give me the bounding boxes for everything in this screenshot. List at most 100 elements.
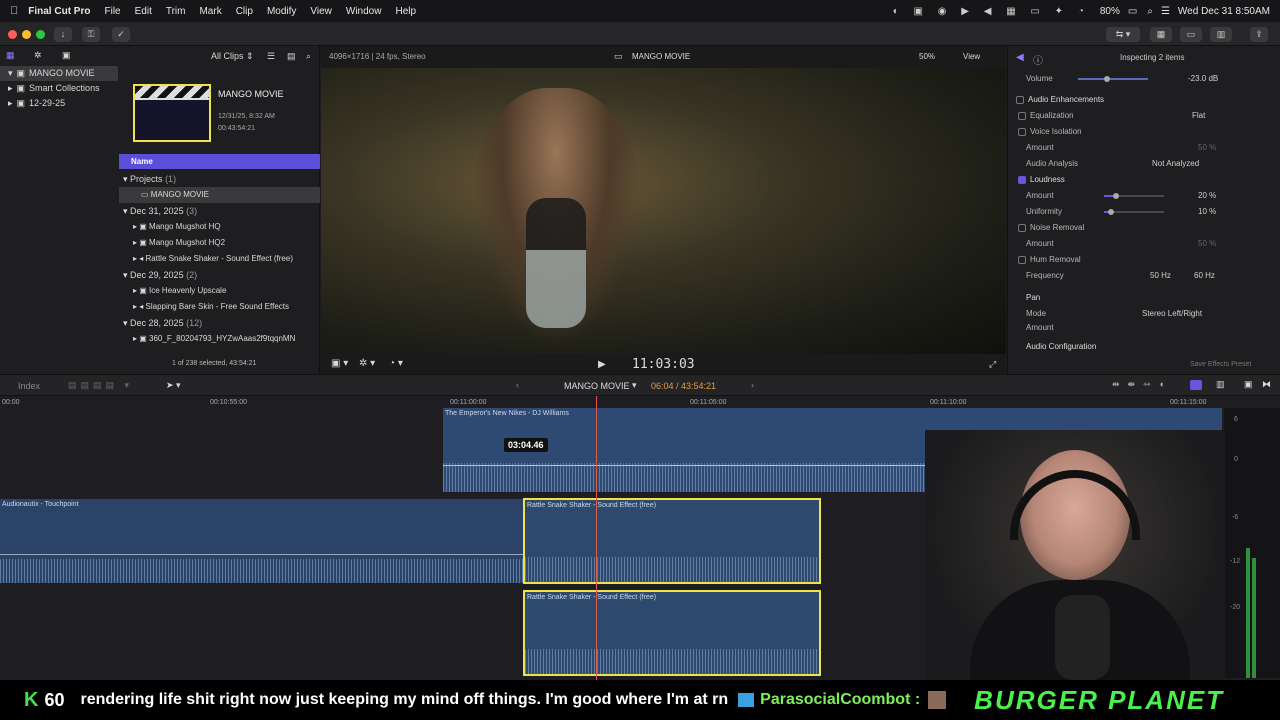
libraries-icon[interactable]: ▦ (6, 50, 15, 61)
viewer-timecode[interactable]: 11:03:03 (632, 357, 695, 372)
close-window-button[interactable] (8, 30, 17, 39)
back-arrow-icon[interactable]: ‹ (516, 380, 519, 390)
list-item[interactable]: ▸ ▣ Mango Mugshot HQ (119, 219, 320, 235)
menu-edit[interactable]: Edit (135, 6, 152, 17)
share-button[interactable]: ⇪ (1250, 27, 1268, 42)
smart-collections-item[interactable]: ▸ ▣ Smart Collections (0, 81, 118, 96)
equalization-checkbox[interactable] (1018, 111, 1026, 120)
photos-icon[interactable]: ✲ (34, 50, 42, 61)
uniformity-value[interactable]: 10 % (1198, 205, 1216, 219)
search-icon[interactable]: ⌕ (306, 51, 311, 62)
speed-tool-icon[interactable]: ◔ ▾ (389, 358, 403, 369)
transform-tool-icon[interactable]: ▣ ▾ (331, 358, 348, 369)
freq-60-radio[interactable]: 60 Hz (1194, 269, 1215, 283)
loudness-amount-value[interactable]: 20 % (1198, 189, 1216, 203)
zoom-dropdown[interactable]: 50% (919, 52, 935, 61)
menu-file[interactable]: File (104, 6, 120, 17)
menu-clip[interactable]: Clip (236, 6, 253, 17)
library-item[interactable]: ▾ ▣ MANGO MOVIE (0, 66, 118, 81)
battery-icon[interactable]: ▭ (1128, 6, 1137, 17)
import-button[interactable]: ↓ (54, 27, 72, 42)
audio-configuration-header[interactable]: Audio Configuration (1026, 340, 1096, 354)
list-item[interactable]: ▸ ▣ Mango Mugshot HQ2 (119, 235, 320, 251)
list-item[interactable]: ▭ MANGO MOVIE (119, 187, 320, 203)
menu-app-name[interactable]: Final Cut Pro (28, 6, 90, 17)
control-center-icon[interactable]: ☰ (1161, 6, 1170, 17)
menu-modify[interactable]: Modify (267, 6, 296, 17)
clip-appearance-icon[interactable]: ▤ (287, 51, 296, 62)
equalization-row[interactable]: Equalization (1018, 109, 1074, 123)
group-projects[interactable]: ▾ Projects (1) (119, 171, 320, 187)
sfx-clip-second[interactable]: Rattle Snake Shaker - Sound Effect (free… (523, 590, 821, 676)
noise-removal-checkbox[interactable] (1018, 223, 1026, 232)
effects-browser-icon[interactable]: ▣ (1244, 379, 1253, 390)
index-button[interactable]: Index (18, 381, 40, 391)
loudness-row[interactable]: Loudness (1018, 173, 1065, 187)
chevron-updown-icon[interactable]: ⇕ (246, 51, 254, 62)
timeline-tools[interactable]: ⇹⇼⇿◖ (1112, 379, 1172, 390)
inspector-toggle-button[interactable]: ▥ (1210, 27, 1232, 42)
timeline-toggle-button[interactable]: ▭ (1180, 27, 1202, 42)
battery-percent[interactable]: 80% (1100, 6, 1120, 17)
eq-dropdown[interactable]: Flat (1192, 109, 1205, 123)
list-item[interactable]: ▸ ◂ Slapping Bare Skin - Free Sound Effe… (119, 299, 320, 315)
list-view-icon[interactable]: ☰ (267, 51, 275, 62)
transitions-browser-icon[interactable]: ⧓ (1262, 379, 1271, 390)
hum-removal-row[interactable]: Hum Removal (1018, 253, 1081, 267)
ambient-clip[interactable]: Audionautix - Touchpoint (0, 499, 525, 583)
titles-icon[interactable]: ▣ (62, 50, 71, 61)
edit-buttons[interactable]: ▤▤▤▤ ▾ (68, 380, 133, 391)
play-button[interactable]: ▶ (598, 359, 606, 370)
list-item[interactable]: ▸ ◂ Rattle Snake Shaker - Sound Effect (… (119, 251, 320, 267)
solo-toggle[interactable] (1190, 380, 1202, 390)
project-thumbnail[interactable] (133, 84, 211, 142)
group-dec-29[interactable]: ▾ Dec 29, 2025 (2) (119, 267, 320, 283)
list-item[interactable]: ▸ ▣ Ice Heavenly Upscale (119, 283, 320, 299)
list-item[interactable]: ▸ ▣ 360_F_80204793_HYZwAaas2f9tqqnMN (119, 331, 320, 347)
fullscreen-icon[interactable]: ⤢ (989, 359, 996, 370)
clip-appearance-icon[interactable]: ▥ (1216, 379, 1225, 390)
voice-isolation-row[interactable]: Voice Isolation (1018, 125, 1082, 139)
amount-value[interactable]: 50 % (1198, 141, 1216, 155)
browser-toggle-button[interactable]: ▦ (1150, 27, 1172, 42)
enhance-tool-icon[interactable]: ✲ ▾ (359, 358, 375, 369)
playhead[interactable] (596, 396, 597, 680)
volume-value[interactable]: -23.0 dB (1188, 72, 1218, 86)
video-frame[interactable] (321, 68, 1006, 354)
menu-trim[interactable]: Trim (166, 6, 186, 17)
pan-mode-dropdown[interactable]: Stereo Left/Right (1142, 307, 1202, 321)
search-icon[interactable]: ⌕ (1147, 6, 1153, 17)
sfx-clip-selected[interactable]: Rattle Snake Shaker - Sound Effect (free… (523, 498, 821, 584)
status-icons[interactable]: ◐ ▣ ◉ ▶ ◀ ▦ ▭ ✦ ◔ (893, 6, 1090, 17)
name-column-header[interactable]: Name (119, 154, 320, 169)
group-dec-28[interactable]: ▾ Dec 28, 2025 (12) (119, 315, 320, 331)
volume-line[interactable] (0, 554, 525, 555)
menu-help[interactable]: Help (395, 6, 416, 17)
clip-filter-dropdown[interactable]: All Clips (211, 51, 244, 61)
freq-50-radio[interactable]: 50 Hz (1150, 269, 1171, 283)
menu-window[interactable]: Window (346, 6, 382, 17)
noise-amount-value[interactable]: 50 % (1198, 237, 1216, 251)
save-effects-preset-button[interactable]: Save Effects Preset (1190, 358, 1251, 372)
loudness-amount-slider[interactable] (1104, 189, 1164, 203)
info-tab-icon[interactable]: ⓘ (1033, 52, 1043, 67)
hum-removal-checkbox[interactable] (1018, 255, 1026, 264)
zoom-window-button[interactable] (36, 30, 45, 39)
menu-view[interactable]: View (310, 6, 332, 17)
group-dec-31[interactable]: ▾ Dec 31, 2025 (3) (119, 203, 320, 219)
menu-mark[interactable]: Mark (199, 6, 221, 17)
apple-icon[interactable]:  (10, 5, 18, 17)
keyword-button[interactable]: ⚿ (82, 27, 100, 42)
loudness-checkbox[interactable] (1018, 175, 1026, 184)
volume-slider[interactable] (1078, 72, 1148, 86)
minimize-window-button[interactable] (22, 30, 31, 39)
noise-removal-row[interactable]: Noise Removal (1018, 221, 1084, 235)
forward-arrow-icon[interactable]: › (751, 380, 754, 390)
project-name-dropdown[interactable]: MANGO MOVIE (564, 381, 630, 391)
clock[interactable]: Wed Dec 31 8:50AM (1178, 6, 1270, 17)
select-tool-icon[interactable]: ➤ ▾ (166, 380, 181, 391)
background-tasks-button[interactable]: ✓ (112, 27, 130, 42)
voice-isolation-checkbox[interactable] (1018, 127, 1026, 136)
event-item[interactable]: ▸ ▣ 12-29-25 (0, 96, 118, 111)
uniformity-slider[interactable] (1104, 205, 1164, 219)
